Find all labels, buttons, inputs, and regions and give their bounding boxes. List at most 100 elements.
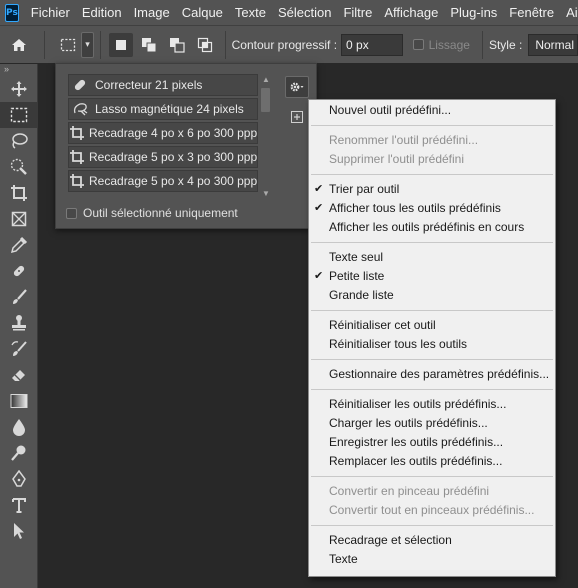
path-select-icon: [14, 523, 24, 539]
context-menu-item[interactable]: Remplacer les outils prédéfinis...: [309, 452, 555, 471]
preset-item[interactable]: Correcteur 21 pixels: [68, 74, 258, 96]
context-menu-item[interactable]: Afficher les outils prédéfinis en cours: [309, 218, 555, 237]
preset-menu-button[interactable]: [285, 76, 309, 98]
context-menu-item[interactable]: Grande liste: [309, 286, 555, 305]
tool-preset-picker[interactable]: [57, 34, 79, 56]
menu-edition[interactable]: Edition: [76, 0, 128, 25]
context-menu-item[interactable]: Recadrage et sélection: [309, 531, 555, 550]
crop-icon: [69, 123, 85, 143]
menu-fichier[interactable]: Fichier: [25, 0, 76, 25]
menu-texte[interactable]: Texte: [229, 0, 272, 25]
crop-icon: [11, 185, 27, 201]
preset-dropdown-button[interactable]: ▾: [80, 31, 95, 58]
scroll-down-icon[interactable]: ▼: [260, 188, 272, 200]
new-preset-icon: [291, 111, 303, 123]
menu-affichage[interactable]: Affichage: [378, 0, 444, 25]
menu-image[interactable]: Image: [128, 0, 176, 25]
context-menu-item[interactable]: Réinitialiser tous les outils: [309, 335, 555, 354]
eraser-tool[interactable]: [0, 362, 38, 388]
feather-input[interactable]: 0 px: [341, 33, 403, 56]
new-selection-button[interactable]: [109, 32, 134, 57]
context-menu-label: Enregistrer les outils prédéfinis...: [329, 435, 504, 449]
context-menu-label: Petite liste: [329, 269, 385, 283]
crop-tool[interactable]: [0, 180, 38, 206]
context-menu-item[interactable]: ✔ Petite liste: [309, 267, 555, 286]
context-menu-item[interactable]: ✔ Trier par outil: [309, 180, 555, 199]
brush-tool[interactable]: [0, 284, 38, 310]
frame-icon: [11, 211, 27, 227]
context-menu-item[interactable]: Réinitialiser cet outil: [309, 316, 555, 335]
preset-item[interactable]: Recadrage 4 po x 6 po 300 ppp: [68, 122, 258, 144]
menu-filtre[interactable]: Filtre: [337, 0, 378, 25]
menu-separator: [311, 359, 553, 360]
context-menu-label: Charger les outils prédéfinis...: [329, 416, 488, 430]
preset-item[interactable]: Recadrage 5 po x 3 po 300 ppp: [68, 146, 258, 168]
preset-item[interactable]: Lasso magnétique 24 pixels: [68, 98, 258, 120]
gradient-tool[interactable]: [0, 388, 38, 414]
lasso-tool[interactable]: [0, 128, 38, 154]
intersect-selection-button[interactable]: [193, 33, 217, 57]
current-tool-only-checkbox[interactable]: [66, 207, 77, 219]
crop-icon: [69, 171, 85, 191]
preset-label: Correcteur 21 pixels: [95, 78, 203, 92]
context-menu-label: Réinitialiser tous les outils: [329, 337, 468, 351]
context-menu-item[interactable]: Réinitialiser les outils prédéfinis...: [309, 395, 555, 414]
context-menu-label: Gestionnaire des paramètres prédéfinis..…: [329, 367, 550, 381]
context-menu-item[interactable]: Texte: [309, 550, 555, 569]
divider: [100, 30, 102, 59]
quick-select-tool[interactable]: [0, 154, 38, 180]
scroll-track[interactable]: [260, 112, 272, 188]
antialias-option[interactable]: Lissage: [412, 37, 470, 52]
divider: [481, 30, 483, 59]
scroll-thumb[interactable]: [261, 88, 270, 112]
dodge-tool[interactable]: [0, 440, 38, 466]
collapse-toolbar-button[interactable]: »: [0, 64, 37, 76]
context-menu-item[interactable]: ✔ Afficher tous les outils prédéfinis: [309, 199, 555, 218]
marquee-tool[interactable]: [0, 102, 38, 128]
pen-tool[interactable]: [0, 466, 38, 492]
antialias-label: Lissage: [428, 37, 470, 52]
subtract-selection-button[interactable]: [165, 33, 189, 57]
blur-tool[interactable]: [0, 414, 38, 440]
menu-aide[interactable]: Aide: [560, 0, 578, 25]
menu-calque[interactable]: Calque: [176, 0, 229, 25]
healing-tool[interactable]: [0, 258, 38, 284]
antialias-checkbox[interactable]: [412, 39, 424, 50]
context-menu-item[interactable]: Enregistrer les outils prédéfinis...: [309, 433, 555, 452]
current-tool-only-label: Outil sélectionné uniquement: [83, 206, 238, 220]
context-menu-label: Recadrage et sélection: [329, 533, 452, 547]
menu-fenetre[interactable]: Fenêtre: [503, 0, 560, 25]
menu-plugins[interactable]: Plug-ins: [444, 0, 503, 25]
rect-marquee-icon: [60, 38, 75, 51]
gradient-icon: [10, 394, 28, 408]
context-menu-item[interactable]: Nouvel outil prédéfini...: [309, 101, 555, 120]
stamp-tool[interactable]: [0, 310, 38, 336]
new-preset-button[interactable]: [290, 110, 304, 124]
preset-context-menu: Nouvel outil prédéfini... Renommer l'outi…: [308, 99, 556, 577]
context-menu-item: Supprimer l'outil prédéfini: [309, 150, 555, 169]
history-brush-icon: [11, 341, 27, 356]
add-selection-button[interactable]: [137, 33, 161, 57]
preset-item[interactable]: Recadrage 5 po x 4 po 300 ppp: [68, 170, 258, 192]
preset-scrollbar[interactable]: ▲ ▼: [260, 74, 272, 200]
current-tool-only-option[interactable]: Outil sélectionné uniquement: [66, 206, 238, 220]
style-select[interactable]: Normal: [528, 33, 578, 56]
divider: [224, 30, 226, 59]
type-tool[interactable]: [0, 492, 38, 518]
gear-icon: [290, 82, 304, 92]
scroll-up-icon[interactable]: ▲: [260, 74, 272, 86]
home-button[interactable]: [0, 30, 38, 60]
move-tool[interactable]: [0, 76, 38, 102]
context-menu-item[interactable]: Gestionnaire des paramètres prédéfinis..…: [309, 365, 555, 384]
context-menu-item[interactable]: Charger les outils prédéfinis...: [309, 414, 555, 433]
frame-tool[interactable]: [0, 206, 38, 232]
context-menu-item[interactable]: Texte seul: [309, 248, 555, 267]
dodge-icon: [11, 445, 26, 461]
eyedropper-tool[interactable]: [0, 232, 38, 258]
magnetic-lasso-icon: [69, 99, 91, 119]
menu-selection[interactable]: Sélection: [272, 0, 337, 25]
history-brush-tool[interactable]: [0, 336, 38, 362]
path-select-tool[interactable]: [0, 518, 38, 544]
menu-separator: [311, 476, 553, 477]
add-selection-icon: [142, 37, 157, 52]
